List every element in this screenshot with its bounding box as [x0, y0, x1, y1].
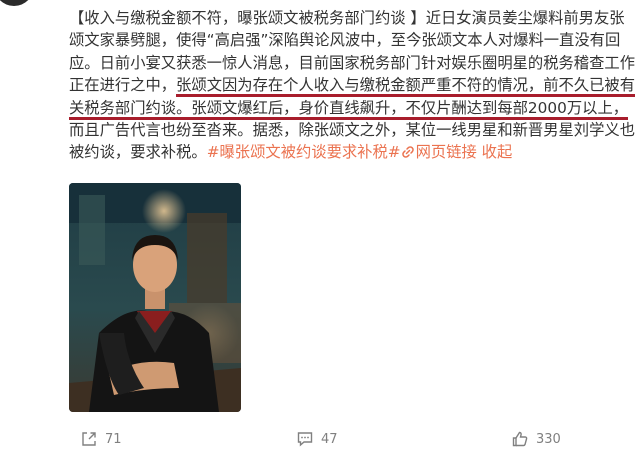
thumbs-up-icon [512, 431, 528, 447]
post-title: 【收入与缴税金额不符，曝张颂文被税务部门约谈 】 [69, 9, 426, 27]
collapse-link[interactable]: 收起 [482, 143, 513, 161]
like-count: 330 [536, 431, 561, 447]
comment-icon [297, 432, 313, 447]
web-link[interactable]: 网页链接 [401, 143, 477, 161]
share-icon [82, 432, 96, 446]
avatar[interactable] [0, 0, 34, 6]
highlighted-sentence-2: 张颂文爆红后，身价直线飙升，不仅片酬达到每部2000万以上， [191, 98, 629, 120]
post-photo[interactable] [69, 183, 241, 412]
post-text: 【收入与缴税金额不符，曝张颂文被税务部门约谈 】近日女演员姜尘爆料前男友张颂文家… [69, 7, 636, 164]
photo-image [69, 183, 241, 412]
comment-button[interactable]: 47 [296, 430, 338, 448]
comment-count: 47 [321, 431, 338, 447]
web-link-label: 网页链接 [415, 143, 477, 162]
share-button[interactable]: 71 [80, 430, 122, 448]
share-count: 71 [105, 431, 122, 447]
like-button[interactable]: 330 [511, 430, 561, 448]
post-toolbar: 71 47 330 [0, 430, 640, 456]
hashtag-link[interactable]: #曝张颂文被约谈要求补税# [207, 143, 401, 161]
link-icon [401, 146, 414, 159]
